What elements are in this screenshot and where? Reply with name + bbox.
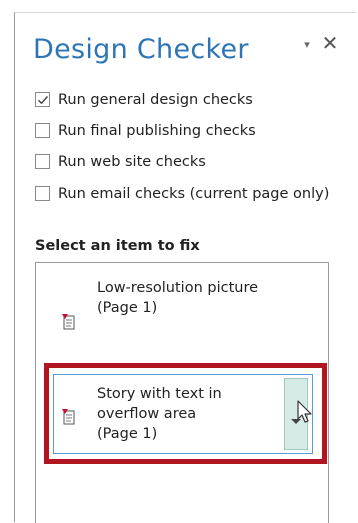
option-email-checks[interactable]: Run email checks (current page only) <box>35 185 335 203</box>
close-icon[interactable]: ✕ <box>321 33 339 53</box>
general-checks-label: Run general design checks <box>58 92 253 108</box>
select-item-label: Select an item to fix <box>35 238 200 254</box>
highlight-box <box>44 363 327 464</box>
email-checks-checkbox[interactable] <box>35 186 50 201</box>
option-web-checks[interactable]: Run web site checks <box>35 153 206 171</box>
list-item[interactable]: Low-resolution picture (Page 1) <box>97 278 258 318</box>
picture-issue-icon <box>62 314 75 330</box>
mouse-cursor-icon <box>297 400 312 423</box>
email-checks-label: Run email checks (current page only) <box>58 186 330 202</box>
pane-options-icon[interactable]: ▾ <box>300 38 314 52</box>
option-general-checks[interactable]: Run general design checks <box>35 91 253 109</box>
option-publishing-checks[interactable]: Run final publishing checks <box>35 122 256 140</box>
publishing-checks-label: Run final publishing checks <box>58 123 256 139</box>
item-page: (Page 1) <box>97 300 158 316</box>
item-title: Low-resolution picture <box>97 280 259 296</box>
checkmark-icon <box>38 96 49 105</box>
general-checks-checkbox[interactable] <box>35 92 50 107</box>
web-checks-label: Run web site checks <box>58 154 206 170</box>
page: Design Checker ▾ ✕ Run general design ch… <box>0 0 358 523</box>
pane-title: Design Checker <box>33 34 249 65</box>
publishing-checks-checkbox[interactable] <box>35 123 50 138</box>
web-checks-checkbox[interactable] <box>35 154 50 169</box>
